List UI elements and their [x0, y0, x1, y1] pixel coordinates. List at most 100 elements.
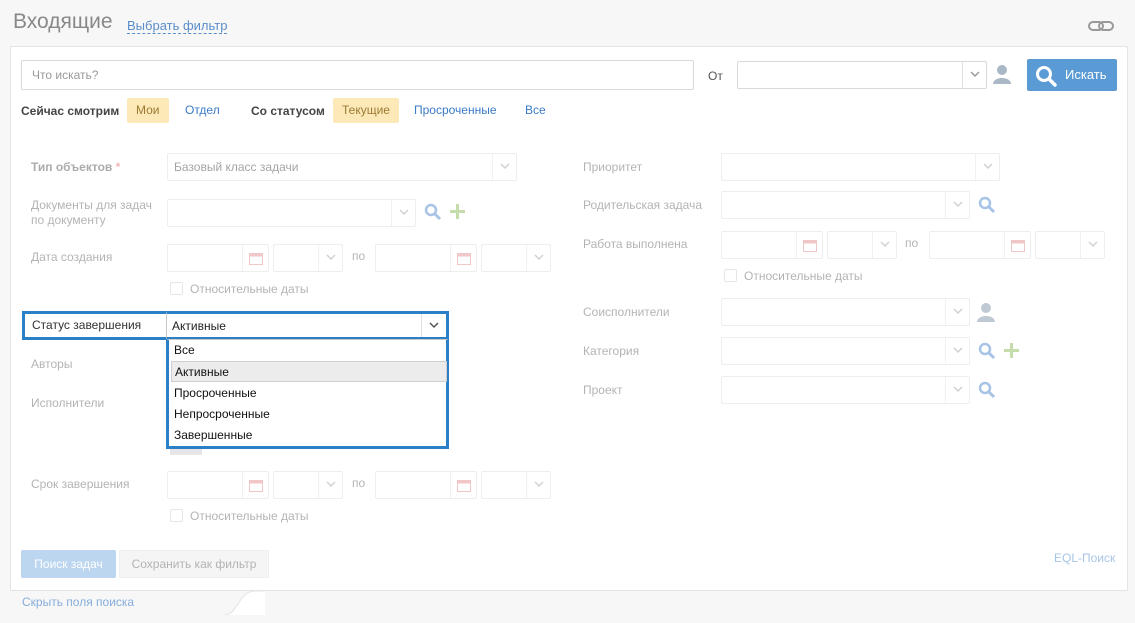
relative-dates-checkbox[interactable]	[170, 509, 183, 522]
object-type-value: Базовый класс задачи	[174, 160, 299, 174]
chevron-down-icon[interactable]	[945, 338, 969, 364]
to-label: по	[905, 236, 919, 250]
completion-status-label: Статус завершения	[22, 311, 168, 340]
eql-search-link[interactable]: EQL-Поиск	[1054, 551, 1115, 565]
calendar-icon[interactable]	[450, 472, 476, 498]
work-to-time[interactable]	[1035, 231, 1105, 259]
docs-label: Документы для задач по документу	[31, 198, 152, 227]
chip-mine[interactable]: Мои	[127, 98, 169, 123]
status-option-overdue[interactable]: Просроченные	[171, 383, 447, 404]
priority-select[interactable]	[721, 153, 1000, 181]
chevron-down-icon[interactable]	[945, 192, 969, 218]
priority-label: Приоритет	[583, 160, 643, 174]
deadline-to-date[interactable]	[375, 471, 477, 499]
project-label: Проект	[583, 383, 623, 397]
search-icon[interactable]	[978, 381, 996, 399]
tab-edge	[225, 591, 265, 615]
status-option-completed[interactable]: Завершенные	[171, 425, 447, 446]
calendar-icon[interactable]	[1004, 232, 1030, 258]
search-button-label: Искать	[1065, 67, 1107, 82]
work-from-date[interactable]	[721, 231, 823, 259]
chevron-down-icon[interactable]	[962, 62, 986, 88]
chevron-down-icon[interactable]	[492, 154, 516, 180]
save-as-filter-button[interactable]: Сохранить как фильтр	[119, 550, 269, 578]
object-type-select[interactable]: Базовый класс задачи	[167, 153, 517, 181]
search-icon	[1036, 66, 1057, 87]
calendar-icon[interactable]	[450, 245, 476, 271]
calendar-icon[interactable]	[796, 232, 822, 258]
chevron-down-icon[interactable]	[1080, 232, 1104, 258]
relative-dates-checkbox[interactable]	[170, 282, 183, 295]
user-icon[interactable]	[977, 302, 995, 322]
status-option-all[interactable]: Все	[171, 340, 447, 361]
to-label: по	[352, 249, 366, 263]
category-select[interactable]	[721, 337, 970, 365]
created-date-label: Дата создания	[31, 250, 113, 264]
status-option-not-overdue[interactable]: Непросроченные	[171, 404, 447, 425]
link-icon[interactable]	[1088, 16, 1114, 36]
chevron-down-icon[interactable]	[391, 200, 415, 226]
object-type-label: Тип объектов *	[31, 160, 121, 174]
choose-filter-link[interactable]: Выбрать фильтр	[127, 18, 228, 34]
deadline-label: Срок завершения	[31, 477, 130, 491]
deadline-from-time[interactable]	[273, 471, 343, 499]
chip-overdue[interactable]: Просроченные	[405, 98, 506, 123]
completion-status-select[interactable]: Активные	[166, 311, 449, 340]
calendar-icon[interactable]	[242, 245, 268, 271]
search-icon[interactable]	[978, 196, 996, 214]
with-status-label: Со статусом	[251, 104, 325, 118]
chip-all[interactable]: Все	[516, 98, 555, 123]
work-from-time[interactable]	[827, 231, 897, 259]
hide-search-fields-link[interactable]: Скрыть поля поиска	[22, 595, 134, 609]
calendar-icon[interactable]	[242, 472, 268, 498]
chevron-down-icon[interactable]	[975, 154, 999, 180]
parent-task-select[interactable]	[721, 191, 970, 219]
add-icon[interactable]	[449, 203, 466, 220]
project-select[interactable]	[721, 376, 970, 404]
created-from-time[interactable]	[273, 244, 343, 272]
search-input[interactable]: Что искать?	[21, 60, 694, 90]
search-icon[interactable]	[424, 203, 442, 221]
parent-task-label: Родительская задача	[583, 198, 703, 212]
chevron-down-icon[interactable]	[872, 232, 896, 258]
work-done-label: Работа выполнена	[583, 237, 688, 251]
chevron-down-icon[interactable]	[945, 377, 969, 403]
created-to-time[interactable]	[481, 244, 551, 272]
user-icon[interactable]	[993, 64, 1011, 84]
completion-status-dropdown: Все Активные Просроченные Непросроченные…	[166, 339, 449, 449]
chevron-down-icon[interactable]	[421, 314, 446, 337]
chip-department[interactable]: Отдел	[176, 98, 229, 123]
search-icon[interactable]	[978, 342, 996, 360]
chip-current[interactable]: Текущие	[333, 98, 399, 123]
created-from-date[interactable]	[167, 244, 269, 272]
add-icon[interactable]	[1003, 342, 1020, 359]
docs-select[interactable]	[167, 199, 416, 227]
page-title: Входящие	[13, 10, 113, 33]
status-option-active[interactable]: Активные	[171, 361, 447, 382]
relative-dates-label: Относительные даты	[190, 282, 309, 296]
chevron-down-icon[interactable]	[526, 472, 550, 498]
relative-dates-label: Относительные даты	[190, 509, 309, 523]
from-label: От	[708, 69, 723, 83]
relative-dates-checkbox[interactable]	[724, 269, 737, 282]
viewing-label: Сейчас смотрим	[21, 104, 120, 118]
search-button[interactable]: Искать	[1027, 59, 1117, 91]
chevron-down-icon[interactable]	[945, 299, 969, 325]
co-executors-select[interactable]	[721, 298, 970, 326]
search-placeholder: Что искать?	[32, 68, 99, 82]
chevron-down-icon[interactable]	[526, 245, 550, 271]
to-label: по	[352, 476, 366, 490]
created-to-date[interactable]	[375, 244, 477, 272]
relative-dates-label: Относительные даты	[744, 269, 863, 283]
work-to-date[interactable]	[929, 231, 1031, 259]
completion-status-value: Активные	[172, 319, 226, 333]
executors-label: Исполнители	[31, 396, 105, 410]
completion-status-label-text: Статус завершения	[32, 318, 142, 332]
deadline-from-date[interactable]	[167, 471, 269, 499]
chevron-down-icon[interactable]	[318, 245, 342, 271]
from-select[interactable]	[737, 61, 987, 89]
chevron-down-icon[interactable]	[318, 472, 342, 498]
search-tasks-button[interactable]: Поиск задач	[21, 550, 116, 578]
deadline-to-time[interactable]	[481, 471, 551, 499]
authors-label: Авторы	[31, 357, 73, 371]
